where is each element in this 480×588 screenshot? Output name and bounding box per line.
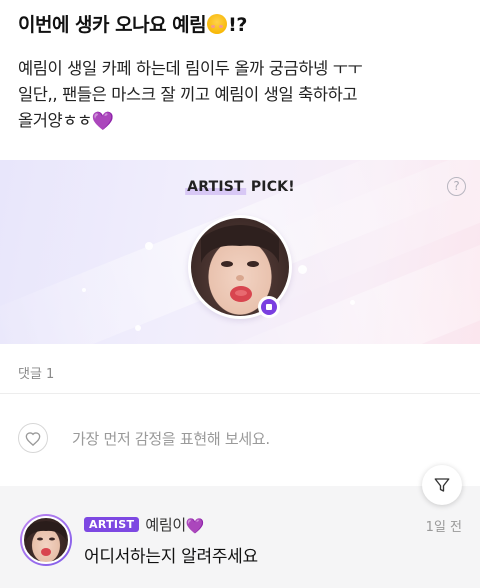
heart-outline-icon[interactable] xyxy=(18,423,48,453)
help-icon[interactable]: ? xyxy=(447,177,466,196)
post-body-line-3-text: 올거양ㅎㅎ xyxy=(18,111,92,130)
reaction-prompt[interactable]: 가장 먼저 감정을 표현해 보세요. xyxy=(72,428,270,449)
comment-header: ARTIST 예림이💜 xyxy=(84,514,205,535)
artist-pick-label-rest: PICK! xyxy=(245,179,295,195)
artist-badge: ARTIST xyxy=(84,517,140,532)
purple-heart-icon: 💜 xyxy=(91,111,114,132)
post-body-line-2: 일단,, 팬들은 마스크 잘 끼고 예림이 생일 축하하고 xyxy=(18,85,358,104)
artist-pick-label-highlight: ARTIST xyxy=(185,179,246,195)
commenter-photo xyxy=(22,516,70,564)
post-title: 이번에 생카 오나요 예림!? xyxy=(18,10,247,37)
artist-pick-label: ARTIST PICK! xyxy=(185,179,295,195)
post-title-text: 이번에 생카 오나요 예림 xyxy=(18,14,207,36)
commenter-avatar[interactable] xyxy=(20,514,72,566)
comment-text: 어디서하는지 알려주세요 xyxy=(84,547,258,567)
comment-list: ARTIST 예림이💜 1일 전 어디서하는지 알려주세요 xyxy=(0,486,480,588)
post-body-line-1: 예림이 생일 카페 하는데 림이두 올까 궁금하넹 ㅜㅜ xyxy=(18,59,363,78)
artist-verified-icon xyxy=(258,296,280,318)
comment-count: 댓글 1 xyxy=(18,367,55,382)
post-body: 예림이 생일 카페 하는데 림이두 올까 궁금하넹 ㅜㅜ 일단,, 팬들은 마스… xyxy=(18,56,468,135)
reaction-row[interactable]: 가장 먼저 감정을 표현해 보세요. xyxy=(18,423,270,453)
filter-icon xyxy=(434,478,450,492)
post-body-line-3: 올거양ㅎㅎ💜 xyxy=(18,108,468,135)
filter-button[interactable] xyxy=(422,465,462,505)
commenter-name[interactable]: 예림이💜 xyxy=(145,514,204,535)
comment-time: 1일 전 xyxy=(425,520,462,535)
post-title-suffix: !? xyxy=(228,14,247,36)
divider xyxy=(0,393,480,394)
purple-heart-icon: 💜 xyxy=(185,517,205,535)
commenter-name-text: 예림이 xyxy=(145,516,186,534)
smiling-face-emoji-icon xyxy=(207,14,228,34)
